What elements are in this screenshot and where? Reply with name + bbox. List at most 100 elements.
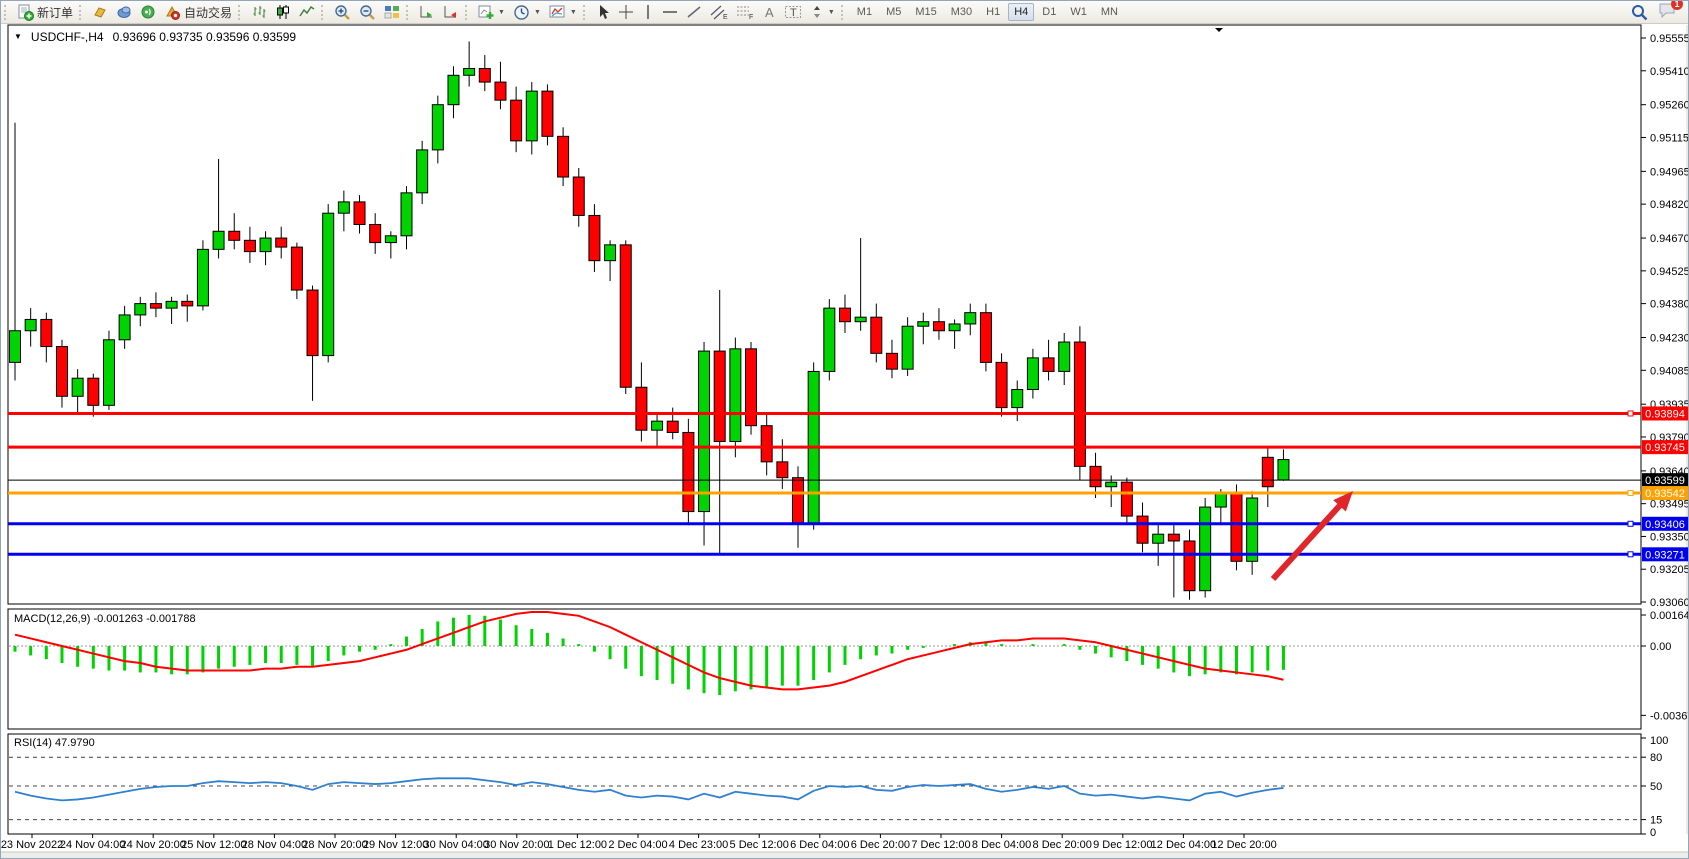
candle <box>401 193 412 236</box>
equidistant-channel-button[interactable]: E <box>706 1 732 23</box>
timeframe-button-H1[interactable]: H1 <box>980 3 1006 21</box>
toolbar-separator <box>583 5 589 20</box>
svg-text:80: 80 <box>1650 752 1662 764</box>
chart-menu-icon[interactable]: ▼ <box>14 32 22 42</box>
search-icon[interactable] <box>1631 4 1648 21</box>
svg-text:0.94230: 0.94230 <box>1650 333 1689 345</box>
chevron-down-icon: ▼ <box>828 9 835 16</box>
candle <box>354 202 365 225</box>
bar-chart-type-button[interactable] <box>247 1 271 23</box>
text-button[interactable]: A <box>758 1 780 23</box>
bar-chart-icon <box>251 4 267 20</box>
timeframe-button-H4[interactable]: H4 <box>1008 3 1034 21</box>
candle <box>135 304 146 315</box>
chart-canvas[interactable]: 0.955550.954100.952600.951150.949650.948… <box>1 1 1689 859</box>
svg-text:0.93894: 0.93894 <box>1645 408 1685 420</box>
notifications-button[interactable]: 1 <box>1658 2 1676 23</box>
svg-text:25 Nov 12:00: 25 Nov 12:00 <box>181 839 246 851</box>
candle <box>448 75 459 104</box>
svg-text:0.93350: 0.93350 <box>1650 531 1689 543</box>
chevron-down-icon: ▼ <box>498 9 505 16</box>
panel-frames <box>8 25 1641 834</box>
svg-text:100: 100 <box>1650 735 1668 747</box>
auto-scroll-button[interactable] <box>415 1 439 23</box>
toolbar-separator <box>79 5 85 20</box>
tile-windows-button[interactable] <box>380 1 404 23</box>
candle <box>432 105 443 150</box>
candlestick-icon <box>275 4 291 20</box>
indicators-icon <box>478 4 494 20</box>
indicators-button[interactable]: ▼ <box>474 1 509 23</box>
candle <box>980 313 991 363</box>
candle <box>855 317 866 322</box>
svg-text:0.95410: 0.95410 <box>1650 66 1689 78</box>
timeframe-button-MN[interactable]: MN <box>1095 3 1124 21</box>
svg-text:0.93205: 0.93205 <box>1650 564 1689 576</box>
timeframe-button-M1[interactable]: M1 <box>851 3 878 21</box>
trendline-button[interactable] <box>682 1 706 23</box>
toolbar-separator <box>321 5 327 20</box>
svg-text:12 Dec 04:00: 12 Dec 04:00 <box>1151 839 1216 851</box>
timeframe-button-M15[interactable]: M15 <box>909 3 942 21</box>
macd-panel <box>8 609 1641 729</box>
candle <box>1137 516 1148 543</box>
candle <box>573 177 584 215</box>
profiles-button[interactable] <box>88 1 112 23</box>
candle <box>1043 358 1054 372</box>
cursor-button[interactable] <box>592 1 614 23</box>
horizontal-line-button[interactable] <box>658 1 682 23</box>
crosshair-button[interactable] <box>614 1 638 23</box>
line-handle <box>1628 411 1633 416</box>
candlestick-chart-type-button[interactable] <box>271 1 295 23</box>
timeframe-button-M30[interactable]: M30 <box>945 3 978 21</box>
autotrading-button[interactable]: 自动交易 <box>160 1 236 23</box>
macd-indicator-label: MACD(12,26,9) -0.001263 -0.001788 <box>14 613 196 625</box>
timeframe-button-W1[interactable]: W1 <box>1064 3 1093 21</box>
svg-text:0.93495: 0.93495 <box>1650 499 1689 511</box>
candle <box>370 224 381 242</box>
chevron-down-icon: ▼ <box>534 9 541 16</box>
candle <box>824 308 835 371</box>
new-order-button[interactable]: 新订单 <box>13 1 77 23</box>
text-label-button[interactable]: T <box>780 1 806 23</box>
candle <box>56 347 67 397</box>
svg-text:0.93542: 0.93542 <box>1645 488 1685 500</box>
candle <box>996 362 1007 407</box>
svg-text:15: 15 <box>1650 815 1662 827</box>
candle <box>761 426 772 462</box>
templates-button[interactable]: ▼ <box>545 1 581 23</box>
timeframe-button-M5[interactable]: M5 <box>880 3 907 21</box>
fibonacci-button[interactable]: F <box>732 1 758 23</box>
svg-text:12 Dec 20:00: 12 Dec 20:00 <box>1211 839 1276 851</box>
svg-text:0.95115: 0.95115 <box>1650 132 1689 144</box>
svg-text:0: 0 <box>1650 827 1656 839</box>
zoom-out-button[interactable] <box>355 1 380 23</box>
candle <box>918 322 929 327</box>
candle <box>558 136 569 177</box>
periods-button[interactable]: ▼ <box>509 1 545 23</box>
svg-text:24 Nov 20:00: 24 Nov 20:00 <box>120 839 185 851</box>
svg-text:28 Nov 20:00: 28 Nov 20:00 <box>302 839 367 851</box>
candle <box>636 387 647 430</box>
candle <box>1153 534 1164 543</box>
zoom-in-button[interactable] <box>330 1 355 23</box>
candle <box>276 238 287 247</box>
chart-shift-button[interactable] <box>439 1 463 23</box>
metaeditor-button[interactable] <box>112 1 136 23</box>
candle <box>714 351 725 441</box>
toolbar-grip[interactable] <box>4 5 10 20</box>
line-chart-type-button[interactable] <box>295 1 319 23</box>
svg-text:6 Dec 20:00: 6 Dec 20:00 <box>851 839 910 851</box>
svg-text:0.94525: 0.94525 <box>1650 266 1689 278</box>
toolbar-separator <box>841 5 847 20</box>
timeframe-button-D1[interactable]: D1 <box>1036 3 1062 21</box>
signals-button[interactable] <box>136 1 160 23</box>
candle <box>902 326 913 369</box>
svg-text:0.93060: 0.93060 <box>1650 597 1689 609</box>
svg-text:1 Dec 12:00: 1 Dec 12:00 <box>548 839 607 851</box>
arrows-button[interactable]: ▼ <box>806 1 839 23</box>
candle <box>1231 493 1242 561</box>
vertical-line-button[interactable] <box>638 1 658 23</box>
line-chart-icon <box>299 4 315 20</box>
candle <box>72 378 83 396</box>
